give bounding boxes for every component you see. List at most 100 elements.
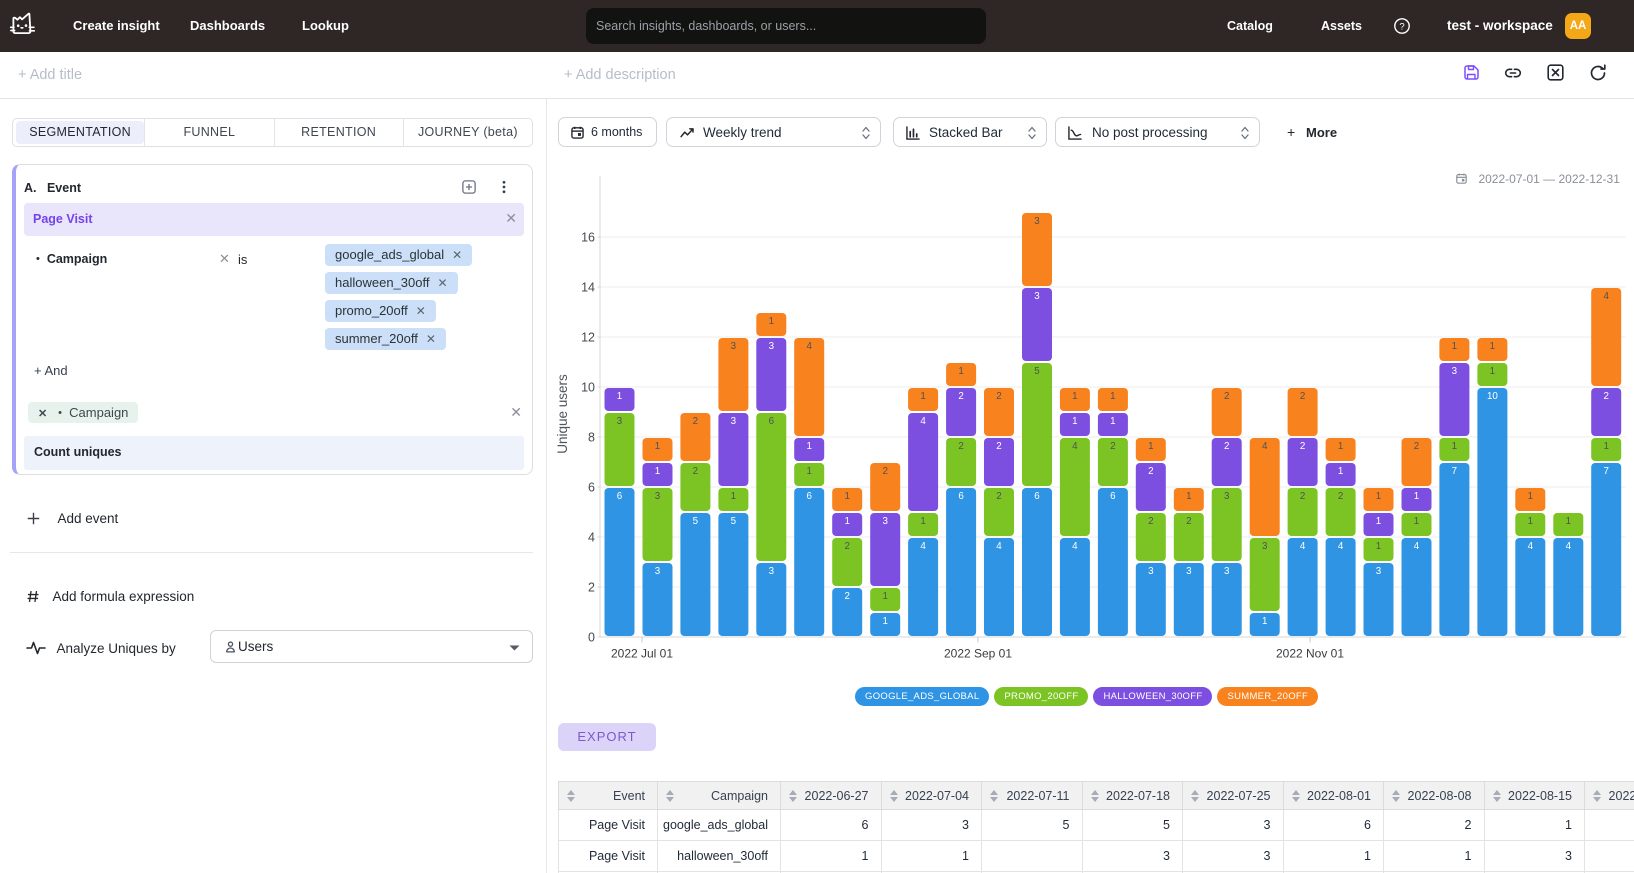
svg-text:2: 2: [996, 441, 1001, 452]
svg-text:3: 3: [769, 341, 775, 352]
svg-text:1: 1: [1603, 441, 1608, 452]
svg-text:1: 1: [920, 516, 925, 527]
svg-text:3: 3: [1376, 566, 1382, 577]
svg-text:1: 1: [882, 591, 887, 602]
svg-text:6: 6: [1034, 491, 1040, 502]
svg-text:1: 1: [844, 491, 849, 502]
svg-text:1: 1: [1414, 516, 1419, 527]
svg-text:3: 3: [655, 566, 661, 577]
svg-text:1: 1: [1528, 516, 1533, 527]
svg-text:3: 3: [1034, 291, 1040, 302]
svg-text:1: 1: [1490, 341, 1495, 352]
svg-text:1: 1: [1110, 391, 1115, 402]
svg-text:2: 2: [1300, 491, 1305, 502]
svg-text:1: 1: [1262, 616, 1267, 627]
svg-text:4: 4: [1338, 541, 1344, 552]
svg-text:2: 2: [844, 591, 849, 602]
svg-text:14: 14: [581, 281, 595, 295]
svg-text:2: 2: [996, 391, 1001, 402]
svg-text:4: 4: [1414, 541, 1420, 552]
svg-text:6: 6: [769, 416, 775, 427]
svg-text:10: 10: [581, 381, 595, 395]
svg-text:6: 6: [1110, 491, 1116, 502]
svg-text:2: 2: [1224, 391, 1229, 402]
svg-text:1: 1: [1566, 516, 1571, 527]
svg-text:Unique users: Unique users: [555, 374, 570, 454]
svg-text:3: 3: [882, 516, 888, 527]
svg-text:0: 0: [588, 631, 595, 645]
svg-text:4: 4: [996, 541, 1002, 552]
svg-text:4: 4: [806, 341, 812, 352]
svg-text:1: 1: [1072, 391, 1077, 402]
svg-text:1: 1: [1376, 541, 1381, 552]
svg-text:12: 12: [581, 331, 595, 345]
svg-text:4: 4: [1566, 541, 1572, 552]
svg-text:2: 2: [958, 441, 963, 452]
svg-text:1: 1: [1452, 341, 1457, 352]
svg-text:4: 4: [1262, 441, 1268, 452]
svg-text:1: 1: [731, 491, 736, 502]
svg-text:2: 2: [1224, 441, 1229, 452]
svg-text:2: 2: [693, 466, 698, 477]
svg-text:2: 2: [1414, 441, 1419, 452]
svg-text:1: 1: [1528, 491, 1533, 502]
svg-text:1: 1: [920, 391, 925, 402]
svg-text:2022 Sep 01: 2022 Sep 01: [944, 647, 1012, 661]
svg-text:1: 1: [655, 466, 660, 477]
svg-text:1: 1: [1452, 441, 1457, 452]
svg-text:1: 1: [1072, 416, 1077, 427]
svg-text:2: 2: [1148, 516, 1153, 527]
svg-text:2: 2: [1603, 391, 1608, 402]
svg-text:1: 1: [769, 316, 774, 327]
svg-text:3: 3: [1262, 541, 1268, 552]
svg-text:3: 3: [1224, 566, 1230, 577]
svg-text:3: 3: [1452, 366, 1458, 377]
svg-text:4: 4: [588, 531, 595, 545]
svg-text:1: 1: [882, 616, 887, 627]
svg-text:2: 2: [1110, 441, 1115, 452]
svg-text:2: 2: [588, 581, 595, 595]
svg-text:1: 1: [1110, 416, 1115, 427]
svg-text:1: 1: [806, 441, 811, 452]
svg-text:1: 1: [1376, 516, 1381, 527]
svg-text:2: 2: [1148, 466, 1153, 477]
svg-text:2022 Jul 01: 2022 Jul 01: [611, 647, 673, 661]
svg-text:16: 16: [581, 231, 595, 245]
svg-text:1: 1: [806, 466, 811, 477]
svg-text:8: 8: [588, 431, 595, 445]
svg-text:7: 7: [1452, 466, 1457, 477]
svg-text:2022 Nov 01: 2022 Nov 01: [1276, 647, 1344, 661]
svg-text:4: 4: [1528, 541, 1534, 552]
svg-text:6: 6: [958, 491, 964, 502]
svg-text:4: 4: [1072, 541, 1078, 552]
svg-text:3: 3: [1186, 566, 1192, 577]
svg-text:2: 2: [693, 416, 698, 427]
svg-text:6: 6: [806, 491, 812, 502]
svg-text:1: 1: [617, 391, 622, 402]
svg-text:1: 1: [844, 516, 849, 527]
svg-text:2: 2: [1338, 491, 1343, 502]
svg-text:4: 4: [920, 416, 926, 427]
svg-text:1: 1: [1186, 491, 1191, 502]
svg-text:3: 3: [731, 341, 737, 352]
svg-text:1: 1: [1376, 491, 1381, 502]
svg-text:5: 5: [693, 516, 699, 527]
svg-text:1: 1: [1490, 366, 1495, 377]
svg-text:3: 3: [731, 416, 737, 427]
svg-text:4: 4: [1300, 541, 1306, 552]
svg-text:4: 4: [1603, 291, 1609, 302]
svg-text:2: 2: [1300, 391, 1305, 402]
svg-text:5: 5: [731, 516, 737, 527]
svg-text:3: 3: [655, 491, 661, 502]
svg-text:2: 2: [882, 466, 887, 477]
svg-text:5: 5: [1034, 366, 1040, 377]
svg-text:1: 1: [958, 366, 963, 377]
svg-text:6: 6: [588, 481, 595, 495]
svg-text:1: 1: [1338, 466, 1343, 477]
svg-text:7: 7: [1603, 466, 1608, 477]
svg-text:3: 3: [1224, 491, 1230, 502]
svg-text:1: 1: [1148, 441, 1153, 452]
svg-text:1: 1: [1414, 491, 1419, 502]
svg-text:4: 4: [1072, 441, 1078, 452]
svg-text:2: 2: [844, 541, 849, 552]
